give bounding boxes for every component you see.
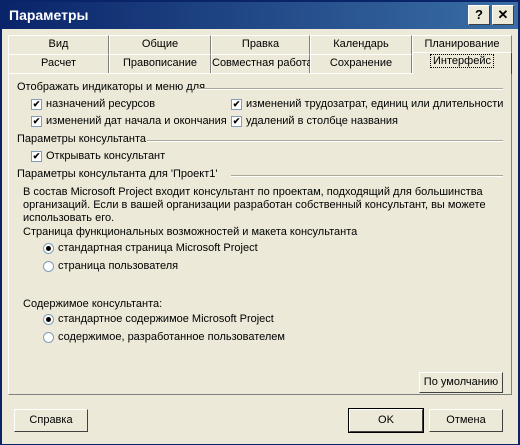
tab-view[interactable]: Вид (8, 35, 109, 54)
close-icon: ✕ (497, 7, 509, 22)
tab-edit[interactable]: Правка (211, 35, 310, 54)
checkbox-box[interactable]: ✔ (31, 150, 42, 162)
help-dialog-button[interactable]: Справка (14, 409, 88, 432)
group-divider (231, 175, 503, 177)
checkbox-work-changes[interactable]: ✔ изменений трудозатрат, единиц или длит… (231, 98, 503, 110)
tab-calendar[interactable]: Календарь (310, 35, 412, 54)
checkbox-box[interactable]: ✔ (31, 98, 42, 110)
radio-label: стандартная страница Microsoft Project (58, 242, 258, 254)
radio-label: страница пользователя (58, 260, 179, 272)
radio-user-page[interactable]: страница пользователя (43, 260, 178, 272)
checkbox-box[interactable]: ✔ (231, 115, 242, 127)
help-button[interactable]: ? (468, 5, 490, 25)
radio-standard-page[interactable]: стандартная страница Microsoft Project (43, 242, 258, 254)
close-button[interactable]: ✕ (492, 5, 514, 25)
check-icon: ✔ (32, 98, 41, 109)
radio-label: стандартное содержимое Microsoft Project (58, 313, 274, 325)
tab-calculation[interactable]: Расчет (8, 54, 109, 73)
tab-label: Совместная работа (212, 57, 313, 69)
check-icon: ✔ (32, 115, 41, 126)
tab-label: Сохранение (329, 57, 393, 69)
radio-label: содержимое, разработанное пользователем (58, 331, 285, 343)
check-icon: ✔ (32, 150, 41, 161)
tab-label: Интерфейс (430, 54, 494, 68)
question-icon: ? (475, 7, 483, 22)
advisor-description: В состав Microsoft Project входит консул… (23, 186, 486, 224)
checkbox-box[interactable]: ✔ (31, 115, 42, 127)
checkbox-label: удалений в столбце названия (246, 115, 399, 127)
group-divider (197, 88, 503, 90)
advisor-group-label: Параметры консультанта (17, 133, 147, 145)
check-icon: ✔ (232, 98, 241, 109)
default-button[interactable]: По умолчанию (419, 372, 503, 393)
checkbox-label: Открывать консультант (46, 150, 166, 162)
tab-label: Правописание (122, 57, 198, 69)
checkbox-label: назначений ресурсов (46, 98, 156, 110)
advisor-content-label: Содержимое консультанта: (23, 298, 163, 310)
tab-label: Расчет (41, 57, 76, 69)
advisor-page-label: Страница функциональных возможностей и м… (23, 226, 358, 238)
tab-label: Вид (48, 38, 69, 50)
tab-label: Планирование (424, 38, 500, 50)
options-dialog: Параметры ? ✕ Вид Общие Правка Календарь… (0, 0, 520, 445)
tab-label: Календарь (333, 38, 389, 50)
checkbox-resource-assignments[interactable]: ✔ назначений ресурсов (31, 98, 155, 110)
tab-spelling[interactable]: Правописание (109, 54, 211, 73)
title-bar[interactable]: Параметры ? ✕ (2, 2, 518, 29)
radio-standard-content[interactable]: стандартное содержимое Microsoft Project (43, 313, 274, 325)
tab-general[interactable]: Общие (109, 35, 211, 54)
radio-dot[interactable] (43, 331, 54, 343)
radio-dot[interactable] (43, 260, 54, 272)
project-advisor-group-label: Параметры консультанта для 'Проект1' (17, 168, 218, 180)
checkbox-date-changes[interactable]: ✔ изменений дат начала и окончания (31, 115, 227, 127)
indicators-group-label: Отображать индикаторы и меню для (17, 81, 206, 93)
tab-collaborate[interactable]: Совместная работа (211, 54, 313, 73)
ok-button[interactable]: OK (348, 408, 424, 433)
radio-dot[interactable] (43, 242, 54, 254)
check-icon: ✔ (232, 115, 241, 126)
checkbox-label: изменений дат начала и окончания (46, 115, 227, 127)
checkbox-name-deletions[interactable]: ✔ удалений в столбце названия (231, 115, 398, 127)
interface-panel: Отображать индикаторы и меню для ✔ назна… (8, 73, 512, 395)
tab-label: Общие (141, 38, 179, 50)
tab-save[interactable]: Сохранение (310, 54, 412, 73)
radio-dot[interactable] (43, 313, 54, 325)
checkbox-label: изменений трудозатрат, единиц или длител… (246, 98, 504, 110)
tab-interface[interactable]: Интерфейс (412, 52, 512, 74)
cancel-button[interactable]: Отмена (429, 409, 503, 432)
window-title: Параметры (9, 7, 89, 23)
checkbox-open-advisor[interactable]: ✔ Открывать консультант (31, 150, 165, 162)
checkbox-box[interactable]: ✔ (231, 98, 242, 110)
radio-user-content[interactable]: содержимое, разработанное пользователем (43, 331, 285, 343)
group-divider (147, 140, 503, 142)
tab-label: Правка (241, 38, 280, 50)
dialog-client: Вид Общие Правка Календарь Планирование … (2, 29, 518, 444)
